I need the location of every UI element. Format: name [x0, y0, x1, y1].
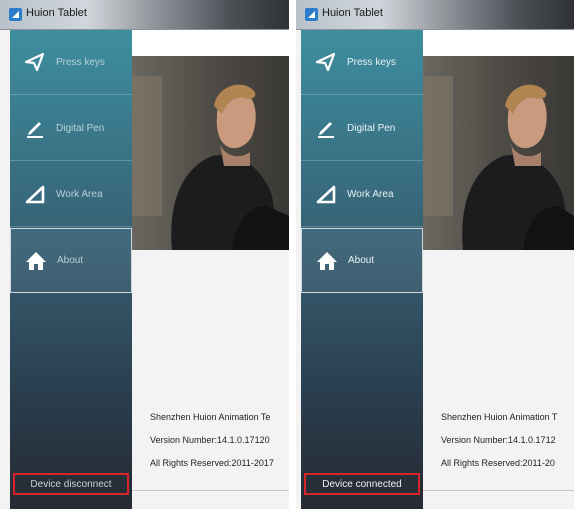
home-icon	[317, 251, 337, 270]
person-photo	[423, 56, 574, 250]
nav-label: Digital Pen	[347, 122, 396, 134]
nav-label: Press keys	[347, 56, 396, 68]
nav-digital-pen[interactable]: Digital Pen	[10, 96, 132, 161]
nav-press-keys[interactable]: Press keys	[10, 30, 132, 95]
pen-icon	[318, 122, 334, 138]
nav-label: Work Area	[347, 188, 394, 200]
triangle-icon	[25, 185, 45, 204]
nav-work-area[interactable]: Work Area	[10, 162, 132, 227]
copyright: All Rights Reserved:2011-20	[441, 458, 555, 468]
nav-press-keys[interactable]: Press keys	[301, 30, 423, 95]
nav-label: About	[57, 255, 84, 266]
title-bar[interactable]: Huion Tablet	[296, 0, 574, 30]
device-status: Device connected	[304, 473, 420, 495]
person-photo	[132, 56, 289, 250]
sidebar: Press keys Digital Pen Work Area About D…	[10, 30, 132, 509]
company-name: Shenzhen Huion Animation Te	[150, 412, 271, 422]
send-arrow-icon	[315, 52, 336, 72]
home-icon	[26, 251, 46, 270]
window-title: Huion Tablet	[26, 7, 87, 19]
nav-label: About	[348, 255, 375, 266]
copyright: All Rights Reserved:2011-2017	[150, 458, 274, 468]
nav-label: Work Area	[56, 188, 103, 200]
huion-window-disconnected: Huion Tablet Press keys Digital Pen Work…	[0, 0, 289, 509]
nav-label: Press keys	[56, 56, 105, 68]
window-title: Huion Tablet	[322, 7, 383, 19]
send-arrow-icon	[24, 52, 45, 72]
content-area: Shenzhen Huion Animation Te Version Numb…	[132, 30, 289, 509]
nav-work-area[interactable]: Work Area	[301, 162, 423, 227]
nav-digital-pen[interactable]: Digital Pen	[301, 96, 423, 161]
title-bar[interactable]: Huion Tablet	[0, 0, 289, 30]
device-status: Device disconnect	[13, 473, 129, 495]
nav-about[interactable]: About	[301, 228, 423, 293]
huion-app-icon	[9, 8, 22, 21]
company-name: Shenzhen Huion Animation T	[441, 412, 558, 422]
huion-app-icon	[305, 8, 318, 21]
version-number: Version Number:14.1.0.1712	[441, 435, 556, 445]
version-number: Version Number:14.1.0.17120	[150, 435, 270, 445]
about-info: Shenzhen Huion Animation Te Version Numb…	[150, 410, 289, 479]
nav-about[interactable]: About	[10, 228, 132, 293]
pen-icon	[27, 122, 43, 138]
nav-label: Digital Pen	[56, 122, 105, 134]
triangle-icon	[316, 185, 336, 204]
sidebar: Press keys Digital Pen Work Area About D…	[301, 30, 423, 509]
content-area: Shenzhen Huion Animation T Version Numbe…	[423, 30, 574, 509]
huion-window-connected: Huion Tablet Press keys Digital Pen Work…	[296, 0, 574, 509]
about-info: Shenzhen Huion Animation T Version Numbe…	[441, 410, 574, 479]
